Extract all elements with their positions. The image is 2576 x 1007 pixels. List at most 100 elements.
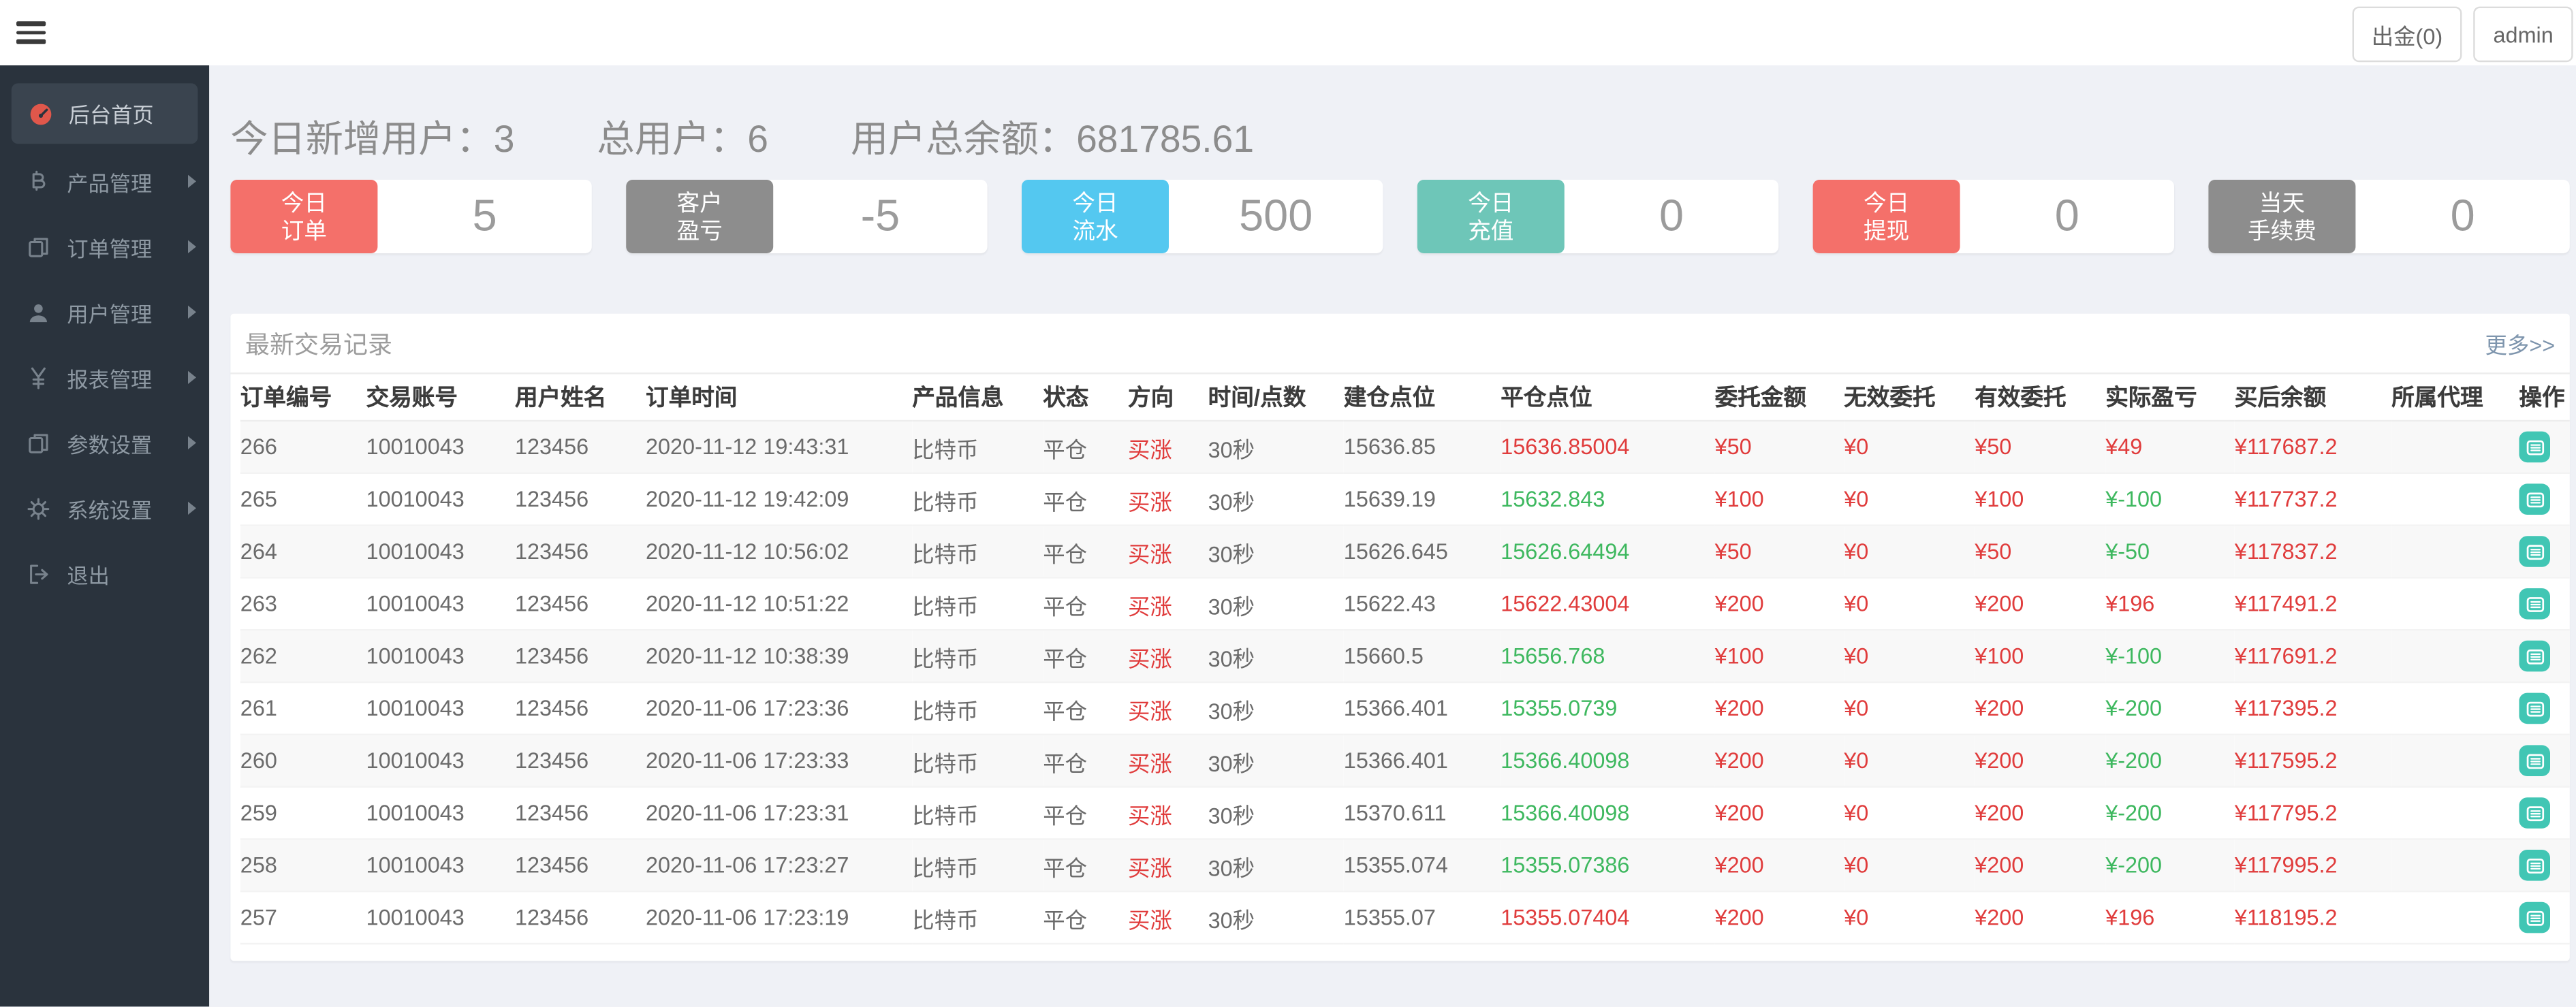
cell-name: 123456 xyxy=(515,630,646,684)
cell-id: 264 xyxy=(240,525,366,579)
column-header-11: 无效委托 xyxy=(1844,374,1975,422)
stat-card-value: -5 xyxy=(860,191,900,240)
cell-product: 比特币 xyxy=(912,421,1043,475)
order-detail-button[interactable] xyxy=(2519,431,2551,463)
cell-valid: ¥200 xyxy=(1975,786,2106,840)
cell-name: 123456 xyxy=(515,473,646,526)
cell-direction: 买涨 xyxy=(1128,421,1208,475)
cell-action xyxy=(2519,421,2570,475)
sidebar-item-home[interactable]: 后台首页 xyxy=(11,83,198,144)
cell-status: 平仓 xyxy=(1043,630,1129,684)
cell-agent xyxy=(2391,682,2519,736)
sidebar-item-logout[interactable]: 退出 xyxy=(0,541,209,606)
sidebar-item-system[interactable]: 系统设置 xyxy=(0,475,209,541)
cell-id: 257 xyxy=(240,891,366,945)
order-detail-button[interactable] xyxy=(2519,692,2551,724)
cell-name: 123456 xyxy=(515,525,646,579)
cell-action xyxy=(2519,786,2570,840)
sidebar-item-label: 报表管理 xyxy=(67,366,153,391)
stat-total-users: 总用户：6 xyxy=(597,117,768,161)
cell-close: 15626.64494 xyxy=(1501,525,1715,579)
cell-duration: 30秒 xyxy=(1208,630,1344,684)
cell-amount: ¥50 xyxy=(1714,421,1844,475)
cell-account: 10010043 xyxy=(366,421,515,475)
cell-amount: ¥200 xyxy=(1714,682,1844,736)
cell-balance: ¥117595.2 xyxy=(2234,734,2392,788)
stat-card-customer-pnl: 客户 盈亏 -5 xyxy=(626,180,988,253)
stat-card-label: 今日 订单 xyxy=(230,180,378,253)
order-detail-button[interactable] xyxy=(2519,797,2551,829)
stat-card-today-orders: 今日 订单 5 xyxy=(230,180,592,253)
cell-open: 15366.401 xyxy=(1343,734,1501,788)
cell-invalid: ¥0 xyxy=(1844,525,1975,579)
sidebar-item-users[interactable]: 用户管理 xyxy=(0,279,209,345)
cell-account: 10010043 xyxy=(366,630,515,684)
table-row: 266 10010043 123456 2020-11-12 19:43:31 比特币平… xyxy=(240,421,2570,475)
sidebar-item-orders[interactable]: 订单管理 xyxy=(0,214,209,279)
cell-duration: 30秒 xyxy=(1208,525,1344,579)
cell-agent xyxy=(2391,891,2519,945)
column-header-10: 委托金额 xyxy=(1714,374,1844,422)
cell-balance: ¥117837.2 xyxy=(2234,525,2392,579)
column-header-5: 状态 xyxy=(1043,374,1129,422)
order-detail-button[interactable] xyxy=(2519,745,2551,776)
cell-name: 123456 xyxy=(515,839,646,893)
cell-status: 平仓 xyxy=(1043,577,1129,631)
cell-agent xyxy=(2391,525,2519,579)
admin-user-button[interactable]: admin xyxy=(2473,6,2573,63)
chevron-right-icon xyxy=(188,370,196,384)
cell-balance: ¥117995.2 xyxy=(2234,839,2392,893)
column-header-13: 实际盈亏 xyxy=(2105,374,2235,422)
order-detail-button[interactable] xyxy=(2519,640,2551,672)
cell-agent xyxy=(2391,473,2519,526)
cell-status: 平仓 xyxy=(1043,682,1129,736)
stat-card-value: 0 xyxy=(2054,191,2079,240)
column-header-0: 订单编号 xyxy=(240,374,366,422)
cell-valid: ¥200 xyxy=(1975,682,2106,736)
order-detail-button[interactable] xyxy=(2519,850,2551,881)
cell-action xyxy=(2519,839,2570,893)
more-link[interactable]: 更多>> xyxy=(2485,327,2556,359)
cell-id: 259 xyxy=(240,786,366,840)
cell-duration: 30秒 xyxy=(1208,682,1344,736)
cell-time: 2020-11-12 19:43:31 xyxy=(646,421,913,475)
cell-id: 265 xyxy=(240,473,366,526)
dashboard-icon xyxy=(26,99,54,127)
cell-close: 15366.40098 xyxy=(1501,786,1715,840)
cell-profit: ¥-200 xyxy=(2105,734,2235,788)
cell-valid: ¥100 xyxy=(1975,473,2106,526)
cell-close: 15656.768 xyxy=(1501,630,1715,684)
cell-valid: ¥200 xyxy=(1975,891,2106,945)
column-header-12: 有效委托 xyxy=(1975,374,2106,422)
cell-valid: ¥200 xyxy=(1975,577,2106,631)
cell-direction: 买涨 xyxy=(1128,891,1208,945)
cell-direction: 买涨 xyxy=(1128,630,1208,684)
cell-invalid: ¥0 xyxy=(1844,891,1975,945)
sidebar-item-label: 后台首页 xyxy=(68,103,154,128)
stat-card-today-fee: 当天 手续费 0 xyxy=(2208,180,2570,253)
order-detail-button[interactable] xyxy=(2519,483,2551,515)
cell-time: 2020-11-06 17:23:36 xyxy=(646,682,913,736)
table-row: 258 10010043 123456 2020-11-06 17:23:27 比特币平… xyxy=(240,839,2570,893)
column-header-3: 订单时间 xyxy=(646,374,913,422)
cell-product: 比特币 xyxy=(912,577,1043,631)
cell-time: 2020-11-06 17:23:19 xyxy=(646,891,913,945)
sidebar-item-params[interactable]: 参数设置 xyxy=(0,410,209,475)
gear-icon xyxy=(25,494,52,522)
cell-open: 15660.5 xyxy=(1343,630,1501,684)
cell-profit: ¥196 xyxy=(2105,577,2235,631)
cell-amount: ¥100 xyxy=(1714,473,1844,526)
cell-open: 15370.611 xyxy=(1343,786,1501,840)
hamburger-menu-icon[interactable] xyxy=(16,21,46,44)
sidebar-item-reports[interactable]: 报表管理 xyxy=(0,345,209,410)
stat-card-label: 客户 盈亏 xyxy=(626,180,774,253)
order-detail-button[interactable] xyxy=(2519,901,2551,933)
chevron-right-icon xyxy=(188,240,196,253)
withdraw-button[interactable]: 出金(0) xyxy=(2351,6,2462,63)
cell-open: 15355.07 xyxy=(1343,891,1501,945)
topbar: 出金(0) admin xyxy=(0,0,2576,65)
order-detail-button[interactable] xyxy=(2519,536,2551,567)
sidebar-item-products[interactable]: 产品管理 xyxy=(0,148,209,214)
order-detail-button[interactable] xyxy=(2519,588,2551,620)
table-row: 265 10010043 123456 2020-11-12 19:42:09 比特币平… xyxy=(240,473,2570,526)
